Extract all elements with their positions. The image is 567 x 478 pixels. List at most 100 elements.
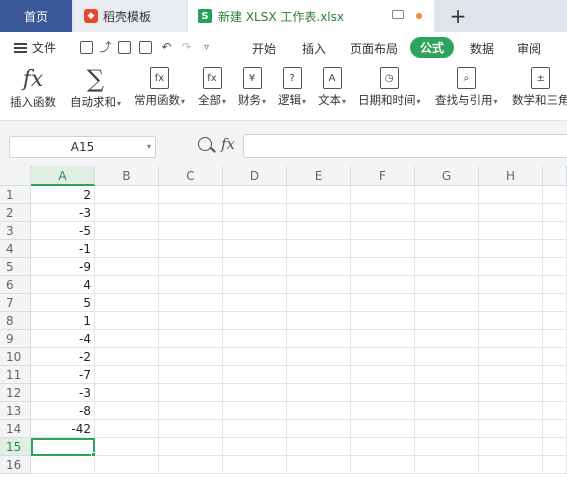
cell-c10[interactable]: [159, 348, 223, 366]
common-functions-button[interactable]: fx 常用函数▾: [134, 67, 185, 108]
cell-d6[interactable]: [223, 276, 287, 294]
cell-d11[interactable]: [223, 366, 287, 384]
cell-e9[interactable]: [287, 330, 351, 348]
cell-c15[interactable]: [159, 438, 223, 456]
cell-e7[interactable]: [287, 294, 351, 312]
spreadsheet-grid[interactable]: A B C D E F G H 1 2 2 -3 3 -5 4 -1 5 -9 6 4 7 5 8 1 9 -4 10 -2 11 -7 1…: [0, 166, 567, 478]
name-box-dropdown-icon[interactable]: ▾: [147, 137, 151, 157]
cell-partial13[interactable]: [543, 402, 567, 420]
cell-e14[interactable]: [287, 420, 351, 438]
cell-a8[interactable]: 1: [31, 312, 95, 330]
cell-partial7[interactable]: [543, 294, 567, 312]
insert-function-button[interactable]: fx 插入函数: [10, 67, 56, 110]
cell-c16[interactable]: [159, 456, 223, 474]
datetime-functions-button[interactable]: ◷ 日期和时间▾: [358, 67, 421, 108]
cell-d16[interactable]: [223, 456, 287, 474]
cell-partial4[interactable]: [543, 240, 567, 258]
math-trig-functions-button[interactable]: ± 数学和三角: [512, 67, 567, 108]
cell-h6[interactable]: [479, 276, 543, 294]
cell-b11[interactable]: [95, 366, 159, 384]
menu-item-insert[interactable]: 插入: [302, 40, 326, 57]
cell-d12[interactable]: [223, 384, 287, 402]
cell-h7[interactable]: [479, 294, 543, 312]
cell-a10[interactable]: -2: [31, 348, 95, 366]
cell-partial16[interactable]: [543, 456, 567, 474]
cell-g2[interactable]: [415, 204, 479, 222]
cell-c5[interactable]: [159, 258, 223, 276]
cell-g5[interactable]: [415, 258, 479, 276]
tab-daoke-templates[interactable]: ◆ 稻壳模板: [74, 0, 186, 32]
cell-e4[interactable]: [287, 240, 351, 258]
cell-f3[interactable]: [351, 222, 415, 240]
cell-g14[interactable]: [415, 420, 479, 438]
cell-a11[interactable]: -7: [31, 366, 95, 384]
autosum-button[interactable]: ∑ 自动求和▾: [70, 65, 121, 110]
monitor-icon[interactable]: [392, 10, 404, 19]
cell-c3[interactable]: [159, 222, 223, 240]
cell-f16[interactable]: [351, 456, 415, 474]
cell-h3[interactable]: [479, 222, 543, 240]
cell-h11[interactable]: [479, 366, 543, 384]
cell-f15[interactable]: [351, 438, 415, 456]
cell-e2[interactable]: [287, 204, 351, 222]
cell-a5[interactable]: -9: [31, 258, 95, 276]
cell-f8[interactable]: [351, 312, 415, 330]
print-icon[interactable]: [118, 41, 131, 54]
cell-e15[interactable]: [287, 438, 351, 456]
row-header-7[interactable]: 7: [0, 294, 31, 312]
cell-d5[interactable]: [223, 258, 287, 276]
cell-d1[interactable]: [223, 186, 287, 204]
cell-partial3[interactable]: [543, 222, 567, 240]
row-header-9[interactable]: 9: [0, 330, 31, 348]
cell-partial10[interactable]: [543, 348, 567, 366]
cell-partial5[interactable]: [543, 258, 567, 276]
cell-h13[interactable]: [479, 402, 543, 420]
cell-e6[interactable]: [287, 276, 351, 294]
export-pdf-icon[interactable]: ⤴: [99, 41, 112, 54]
cell-g13[interactable]: [415, 402, 479, 420]
redo-icon[interactable]: ↷: [180, 41, 193, 54]
row-header-4[interactable]: 4: [0, 240, 31, 258]
cell-a4[interactable]: -1: [31, 240, 95, 258]
column-header-h[interactable]: H: [479, 166, 543, 186]
cell-g11[interactable]: [415, 366, 479, 384]
cell-partial12[interactable]: [543, 384, 567, 402]
column-header-a[interactable]: A: [31, 166, 95, 186]
lookup-functions-button[interactable]: ⌕ 查找与引用▾: [435, 67, 498, 108]
cell-e13[interactable]: [287, 402, 351, 420]
cell-c14[interactable]: [159, 420, 223, 438]
cell-f2[interactable]: [351, 204, 415, 222]
cell-partial6[interactable]: [543, 276, 567, 294]
cell-b16[interactable]: [95, 456, 159, 474]
cell-h4[interactable]: [479, 240, 543, 258]
cell-d13[interactable]: [223, 402, 287, 420]
logic-functions-button[interactable]: ? 逻辑▾: [278, 67, 306, 108]
cell-b14[interactable]: [95, 420, 159, 438]
cell-a9[interactable]: -4: [31, 330, 95, 348]
cell-a2[interactable]: -3: [31, 204, 95, 222]
cell-a13[interactable]: -8: [31, 402, 95, 420]
formula-fx-icon[interactable]: fx: [221, 135, 235, 153]
cell-e3[interactable]: [287, 222, 351, 240]
menu-item-data[interactable]: 数据: [470, 40, 494, 57]
text-functions-button[interactable]: A 文本▾: [318, 67, 346, 108]
row-header-11[interactable]: 11: [0, 366, 31, 384]
cell-partial8[interactable]: [543, 312, 567, 330]
new-tab-button[interactable]: +: [446, 3, 470, 29]
cell-a3[interactable]: -5: [31, 222, 95, 240]
cell-b4[interactable]: [95, 240, 159, 258]
menu-item-start[interactable]: 开始: [252, 40, 276, 57]
menu-item-review[interactable]: 审阅: [517, 40, 541, 57]
finance-functions-button[interactable]: ¥ 财务▾: [238, 67, 266, 108]
cell-c6[interactable]: [159, 276, 223, 294]
cell-h5[interactable]: [479, 258, 543, 276]
cell-h10[interactable]: [479, 348, 543, 366]
cell-h1[interactable]: [479, 186, 543, 204]
cell-a1[interactable]: 2: [31, 186, 95, 204]
row-header-6[interactable]: 6: [0, 276, 31, 294]
cell-h2[interactable]: [479, 204, 543, 222]
tab-current-file[interactable]: S 新建 XLSX 工作表.xlsx: [188, 0, 434, 32]
cell-g4[interactable]: [415, 240, 479, 258]
cell-c8[interactable]: [159, 312, 223, 330]
menu-item-page-layout[interactable]: 页面布局: [350, 40, 398, 57]
